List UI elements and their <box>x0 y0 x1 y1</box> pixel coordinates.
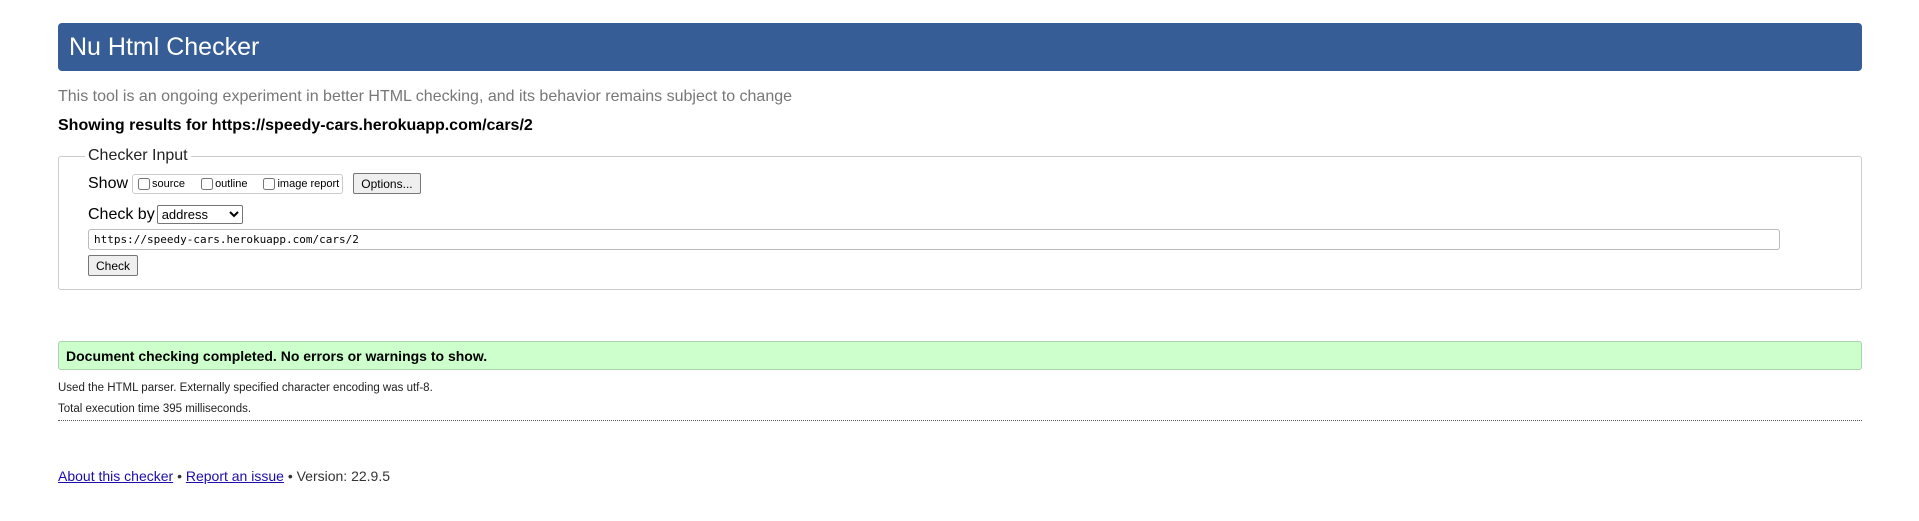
execution-time: Total execution time 395 milliseconds. <box>58 403 252 415</box>
show-source-option[interactable]: source <box>136 177 186 190</box>
show-outline-checkbox[interactable] <box>201 177 214 190</box>
show-image-report-option[interactable]: image report <box>261 177 340 190</box>
check-button[interactable]: Check <box>88 255 139 276</box>
page: Nu Html Checker This tool is an ongoing … <box>58 23 1862 484</box>
show-image-report-label: image report <box>277 177 340 190</box>
show-image-report-checkbox[interactable] <box>263 177 276 190</box>
footer-separator: • <box>177 468 182 484</box>
dotted-divider <box>58 420 1862 421</box>
parser-info: Used the HTML parser. Externally specifi… <box>58 382 433 394</box>
options-button[interactable]: Options... <box>353 173 421 194</box>
show-label: Show <box>88 174 129 192</box>
success-message: Document checking completed. No errors o… <box>58 341 1862 370</box>
header-bar: Nu Html Checker <box>58 23 1862 71</box>
checker-input-fieldset: Checker Input Show source outline image … <box>58 147 1862 290</box>
check-by-label: Check by <box>88 205 155 223</box>
show-row: Show source outline image report Options… <box>88 173 1832 194</box>
check-by-row: Check by address <box>88 205 1832 224</box>
showing-results-heading: Showing results for https://speedy-cars.… <box>58 117 533 134</box>
url-input[interactable] <box>88 229 1780 250</box>
show-outline-label: outline <box>215 177 248 190</box>
footer: About this checker • Report an issue • V… <box>58 468 1862 484</box>
tagline: This tool is an ongoing experiment in be… <box>58 88 793 105</box>
page-title: Nu Html Checker <box>69 32 260 61</box>
show-source-checkbox[interactable] <box>138 177 151 190</box>
version-text: • Version: 22.9.5 <box>287 468 391 484</box>
report-issue-link[interactable]: Report an issue <box>186 468 284 484</box>
about-link[interactable]: About this checker <box>58 468 173 484</box>
result-details: Used the HTML parser. Externally specifi… <box>58 378 1862 420</box>
show-source-label: source <box>152 177 186 190</box>
show-outline-option[interactable]: outline <box>199 177 248 190</box>
checker-input-legend: Checker Input <box>88 147 188 164</box>
check-by-select[interactable]: address <box>156 205 243 224</box>
show-options-group: source outline image report <box>132 173 344 194</box>
